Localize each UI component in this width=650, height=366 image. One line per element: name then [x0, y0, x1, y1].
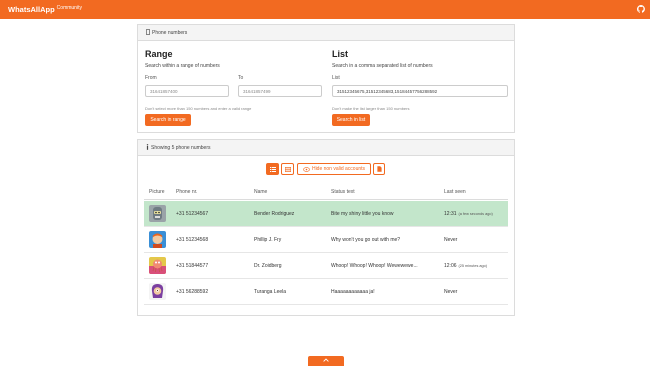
avatar — [149, 283, 166, 300]
brand-title[interactable]: WhatsAllApp — [8, 5, 55, 14]
row-phone: +31 56288592 — [176, 289, 209, 295]
row-last-seen-time: 12:31 — [444, 211, 457, 217]
row-phone: +31 51234567 — [176, 211, 209, 217]
file-icon — [376, 166, 382, 172]
row-last-seen-note: (25 minutes ago) — [458, 264, 488, 268]
row-name: Bender Rodriguez — [254, 211, 295, 217]
avatar — [149, 231, 166, 248]
chevron-up-icon — [323, 358, 329, 362]
list-view-icon — [269, 166, 276, 172]
row-name: Turanga Leela — [254, 289, 287, 295]
phone-icon — [146, 28, 150, 37]
list-input[interactable]: 31512345675,31512345683,1518445775628859… — [332, 85, 508, 97]
range-section: Range Search within a range of numbers — [145, 49, 325, 69]
table-row[interactable]: +31 56288592 Turanga Leela Haaaaaaaaaaaa… — [144, 279, 508, 305]
col-picture: Picture — [149, 189, 165, 195]
export-button[interactable] — [373, 163, 385, 175]
row-last-seen: 12:31 (a few seconds ago) — [444, 201, 493, 227]
list-title: List — [332, 49, 349, 59]
grid-view-button[interactable] — [281, 163, 294, 175]
from-label: From — [145, 75, 157, 81]
scroll-to-top-button[interactable] — [308, 356, 344, 366]
list-desc: Search in a comma separated list of numb… — [332, 63, 433, 69]
row-status: Why won't you go out with me? — [331, 237, 401, 243]
avatar — [149, 257, 166, 274]
row-last-seen-time: Never — [444, 289, 458, 295]
row-status: Whoop! Whoop! Whoop! Wewewewe... — [331, 263, 418, 269]
row-last-seen: Never — [444, 279, 457, 305]
phone-numbers-header-label: Phone numbers — [152, 29, 188, 36]
results-header-label: Showing 5 phone numbers — [151, 144, 211, 151]
from-input[interactable]: 31641857400 — [145, 85, 229, 97]
table-row[interactable]: +31 51234567 Bender Rodriguez Bite my sh… — [144, 201, 508, 227]
row-name: Phillip J. Fry — [254, 237, 282, 243]
row-last-seen-time: 12:06 — [444, 263, 457, 269]
top-navbar: WhatsAllApp Community — [0, 0, 650, 19]
search-in-list-button[interactable]: Search in list — [332, 114, 370, 126]
hide-non-valid-button[interactable]: Hide non valid accounts — [297, 163, 371, 175]
table-header-divider — [144, 199, 508, 200]
search-in-range-button[interactable]: Search in range — [145, 114, 191, 126]
row-phone: +31 51234568 — [176, 237, 209, 243]
table-row[interactable]: +31 51234568 Phillip J. Fry Why won't yo… — [144, 227, 508, 253]
list-section: List Search in a comma separated list of… — [332, 49, 510, 69]
row-status: Bite my shiny little you know — [331, 211, 394, 217]
avatar — [149, 205, 166, 222]
row-phone: +31 51844577 — [176, 263, 209, 269]
row-status: Haaaaaaaaaaaa ja! — [331, 289, 375, 295]
row-name: Dr. Zoidberg — [254, 263, 282, 269]
hide-non-valid-label: Hide non valid accounts — [311, 166, 366, 172]
phone-numbers-card: Phone numbers Range Search within a rang… — [137, 24, 515, 133]
list-view-button[interactable] — [266, 163, 279, 175]
range-desc: Search within a range of numbers — [145, 63, 220, 69]
table-row[interactable]: +31 51844577 Dr. Zoidberg Whoop! Whoop! … — [144, 253, 508, 279]
row-last-seen: Never — [444, 227, 457, 253]
brand-subtitle: Community — [56, 4, 82, 11]
list-label: List — [332, 75, 340, 81]
row-last-seen-note: (a few seconds ago) — [458, 212, 493, 216]
row-last-seen-time: Never — [444, 237, 458, 243]
col-status: Status text — [331, 189, 355, 195]
eye-slash-icon — [303, 166, 310, 172]
github-icon[interactable] — [637, 5, 645, 13]
to-label: To — [238, 75, 244, 81]
results-header: Showing 5 phone numbers — [138, 140, 514, 156]
range-hint: Don't select more than 150 numbers and e… — [145, 106, 252, 111]
list-hint: Don't make the list larger than 150 numb… — [332, 106, 410, 111]
col-name: Name — [254, 189, 268, 195]
grid-view-icon — [284, 166, 291, 172]
col-last-seen: Last seen — [444, 189, 466, 195]
phone-numbers-header: Phone numbers — [138, 25, 514, 41]
range-title: Range — [145, 49, 173, 59]
row-last-seen: 12:06 (25 minutes ago) — [444, 253, 487, 279]
col-phone: Phone nr. — [176, 189, 198, 195]
info-icon — [146, 143, 149, 152]
to-input[interactable]: 31641857499 — [238, 85, 322, 97]
